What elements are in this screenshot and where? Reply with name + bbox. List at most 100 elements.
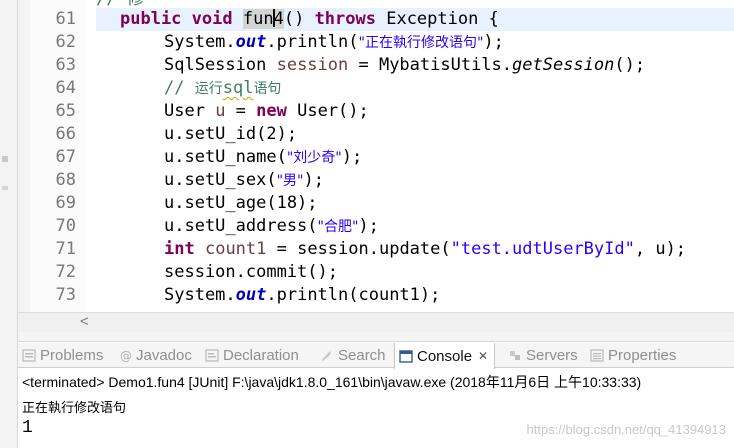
line-number: 70 — [55, 216, 76, 236]
static-field: out — [235, 285, 267, 305]
keyword: throws — [314, 9, 376, 29]
code-line-65[interactable]: User u = new User(); — [164, 100, 369, 123]
keyword: public — [120, 9, 182, 29]
javadoc-icon: @ — [120, 349, 132, 363]
line-number: 72 — [55, 262, 76, 282]
string-literal: "刘少奇" — [287, 147, 342, 167]
gutter-marker — [2, 156, 8, 162]
code-text: = session.update( — [266, 239, 451, 259]
code-text: () — [283, 9, 315, 29]
tab-problems[interactable]: Problems — [22, 343, 103, 368]
tab-console[interactable]: Console ✕ — [394, 343, 496, 369]
code-text: Exception { — [375, 9, 499, 29]
svg-text:@: @ — [120, 349, 132, 362]
search-icon — [320, 349, 334, 362]
line-number: 62 — [55, 32, 76, 52]
code-line-66[interactable]: u.setU_id(2); — [164, 123, 297, 146]
line-number: 66 — [55, 124, 76, 144]
gutter-marker — [2, 186, 8, 190]
tab-javadoc[interactable]: @ Javadoc — [120, 343, 192, 368]
code-text: System. — [164, 285, 236, 305]
spellcheck-word: sql — [222, 78, 254, 98]
code-text: u.setU_sex( — [164, 170, 277, 190]
tab-servers[interactable]: Servers — [508, 343, 578, 368]
comment-text: // — [164, 78, 195, 98]
code-line-68[interactable]: u.setU_sex("男"); — [164, 169, 324, 192]
code-line-71[interactable]: int count1 = session.update("test.udtUse… — [164, 238, 686, 261]
tab-label: Declaration — [223, 347, 299, 364]
code-text: u.setU_name( — [164, 147, 287, 167]
tab-label: Problems — [40, 347, 104, 364]
console-output-line: 正在執行修改语句 — [22, 401, 127, 416]
code-text: = MybatisUtils. — [348, 55, 513, 75]
code-text: (); — [614, 55, 646, 75]
code-editor[interactable]: 61 62 63 64 65 66 67 68 69 70 71 72 73 /… — [18, 0, 734, 312]
view-tab-bar: Problems @ Javadoc Declaration Search Co… — [18, 343, 734, 369]
code-line-69[interactable]: u.setU_age(18); — [164, 192, 318, 215]
code-text: System. — [164, 32, 236, 52]
line-number: 65 — [55, 101, 76, 121]
scroll-left-arrow-icon[interactable]: < — [80, 313, 89, 331]
horizontal-scrollbar[interactable]: < — [18, 312, 734, 332]
code-text: User — [164, 101, 216, 121]
code-line-67[interactable]: u.setU_name("刘少奇"); — [164, 146, 362, 169]
code-line-73[interactable]: System.out.println(count1); — [164, 284, 440, 307]
code-text: ); — [341, 147, 363, 167]
console-view[interactable]: <terminated> Demo1.fun4 [JUnit] F:\java\… — [18, 369, 734, 448]
tab-search[interactable]: Search — [320, 343, 386, 368]
string-text: "刘少奇" — [286, 150, 342, 166]
method-name-highlight: fun4 — [242, 9, 284, 29]
line-number: 63 — [55, 55, 76, 75]
keyword: void — [191, 9, 233, 29]
code-text: SqlSession — [164, 55, 277, 75]
code-text: ); — [303, 170, 324, 190]
code-line-63[interactable]: SqlSession session = MybatisUtils.getSes… — [164, 54, 645, 77]
static-field: out — [235, 32, 267, 52]
servers-icon — [508, 349, 522, 362]
tab-label: Servers — [526, 347, 578, 364]
code-text: .println(count1); — [266, 285, 441, 305]
variable: u — [215, 101, 226, 121]
watermark: https://blog.csdn.net/qq_41394913 — [526, 422, 727, 437]
method-name: fun — [242, 9, 274, 29]
keyword: new — [256, 101, 287, 121]
string-text: "男" — [276, 173, 304, 189]
console-output-line: 1 — [22, 418, 33, 438]
code-text: u.setU_address( — [164, 216, 318, 236]
code-text: User(); — [286, 101, 369, 121]
string-literal: "test.udtUserById" — [450, 239, 635, 259]
code-line-61[interactable]: public void fun4() throws Exception { — [120, 8, 499, 31]
panel-separator[interactable] — [18, 332, 734, 342]
variable: count1 — [204, 239, 267, 259]
code-line-64[interactable]: // 运行sql语句 — [164, 77, 281, 100]
code-text: u.setU_age(18); — [164, 193, 318, 213]
string-literal: "合肥" — [318, 216, 359, 236]
tab-declaration[interactable]: Declaration — [205, 343, 299, 368]
line-number: 69 — [55, 193, 76, 213]
code-text: u.setU_id(2); — [164, 124, 298, 144]
code-line-62[interactable]: System.out.println("正在執行修改语句"); — [164, 31, 504, 54]
code-line-72[interactable]: session.commit(); — [164, 261, 338, 284]
declaration-icon — [205, 349, 219, 362]
comment-text: 语句 — [253, 81, 282, 97]
line-number-gutter: 61 62 63 64 65 66 67 68 69 70 71 72 73 — [30, 0, 86, 312]
close-icon[interactable]: ✕ — [478, 349, 488, 363]
string-text: "合肥" — [317, 219, 359, 235]
window-left-edge — [0, 0, 18, 448]
variable: session — [276, 55, 349, 75]
tab-label: Search — [338, 347, 386, 364]
comment-text: 运行 — [194, 81, 223, 97]
code-text: ); — [358, 216, 379, 236]
tab-label: Javadoc — [136, 347, 192, 364]
code-text: session.commit(); — [164, 262, 338, 282]
editor-ruler — [18, 0, 30, 312]
line-number: 71 — [55, 239, 76, 259]
code-line-70[interactable]: u.setU_address("合肥"); — [164, 215, 379, 238]
tab-label: Console — [417, 347, 473, 365]
keyword: int — [164, 239, 195, 259]
tab-properties[interactable]: Properties — [590, 343, 676, 368]
problems-icon — [22, 349, 36, 362]
method-name: 4 — [273, 9, 284, 29]
code-text: = — [225, 101, 257, 121]
